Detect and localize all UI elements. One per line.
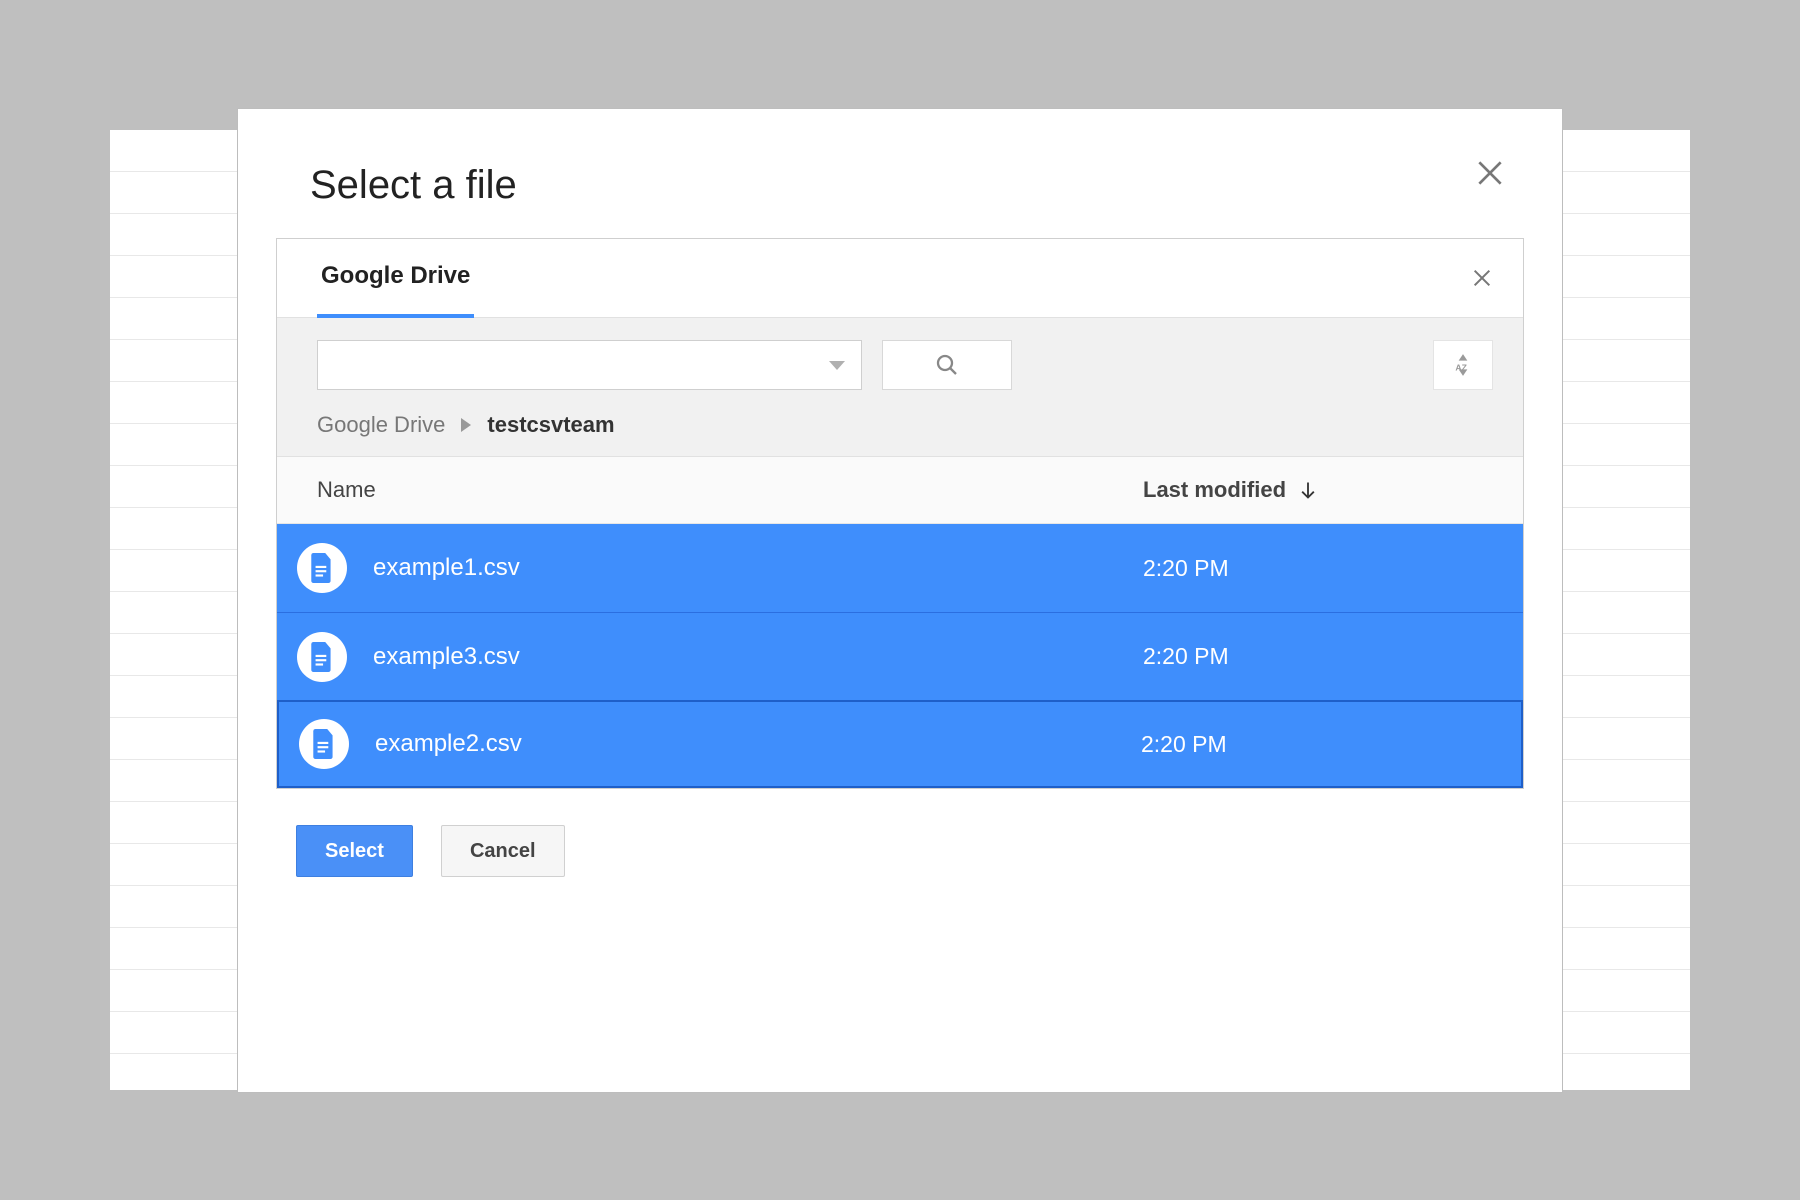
dialog-header: Select a file <box>238 109 1562 238</box>
close-icon[interactable] <box>1474 157 1506 189</box>
file-modified: 2:20 PM <box>1141 731 1491 758</box>
file-name: example2.csv <box>375 730 1141 758</box>
search-button[interactable] <box>882 340 1012 390</box>
breadcrumb: Google Drive testcsvteam <box>317 412 1493 438</box>
toolbar: AZ Google Drive testcsvteam <box>277 317 1523 457</box>
column-header-modified-label: Last modified <box>1143 477 1286 503</box>
breadcrumb-current[interactable]: testcsvteam <box>487 412 614 438</box>
file-modified: 2:20 PM <box>1143 643 1493 670</box>
file-list: example1.csv 2:20 PM example3.csv 2:20 P… <box>277 524 1523 788</box>
tab-google-drive[interactable]: Google Drive <box>317 238 474 318</box>
dialog-footer: Select Cancel <box>296 825 1524 877</box>
breadcrumb-root[interactable]: Google Drive <box>317 412 445 438</box>
file-row[interactable]: example3.csv 2:20 PM <box>277 612 1523 700</box>
sort-az-button[interactable]: AZ <box>1433 340 1493 390</box>
list-header: Name Last modified <box>277 457 1523 524</box>
file-icon <box>299 719 349 769</box>
file-icon <box>297 632 347 682</box>
search-icon <box>935 353 959 377</box>
file-name: example3.csv <box>373 643 1143 671</box>
picker-panel: Google Drive AZ <box>276 238 1524 789</box>
file-icon <box>297 543 347 593</box>
file-modified: 2:20 PM <box>1143 555 1493 582</box>
arrow-down-icon <box>1298 480 1318 500</box>
filter-dropdown[interactable] <box>317 340 862 390</box>
tab-close-icon[interactable] <box>1471 267 1493 289</box>
file-name: example1.csv <box>373 554 1143 582</box>
chevron-right-icon <box>461 412 471 438</box>
select-button[interactable]: Select <box>296 825 413 877</box>
tab-bar: Google Drive <box>277 239 1523 317</box>
column-header-name[interactable]: Name <box>317 477 1143 503</box>
file-row[interactable]: example1.csv 2:20 PM <box>277 524 1523 612</box>
sort-az-icon: AZ <box>1450 352 1476 378</box>
cancel-button[interactable]: Cancel <box>441 825 565 877</box>
chevron-down-icon <box>829 361 845 370</box>
dialog-title: Select a file <box>310 163 1490 208</box>
column-header-modified[interactable]: Last modified <box>1143 477 1493 503</box>
file-picker-dialog: Select a file Google Drive <box>237 108 1563 1093</box>
file-row[interactable]: example2.csv 2:20 PM <box>277 700 1523 788</box>
